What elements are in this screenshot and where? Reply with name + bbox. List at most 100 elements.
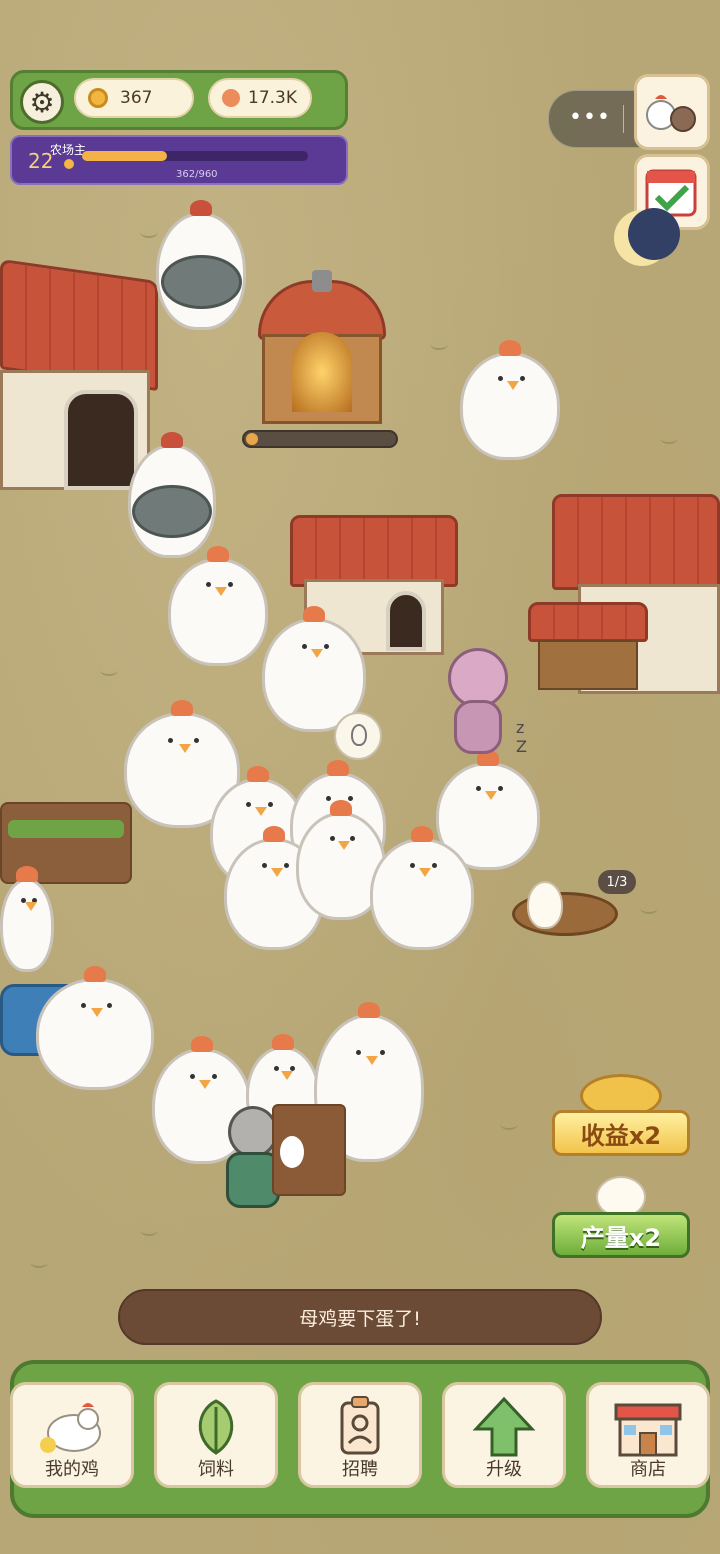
coin-counter[interactable]: 367 bbox=[74, 78, 194, 118]
chicken-eye bbox=[267, 802, 273, 807]
chicken-eye bbox=[301, 643, 307, 649]
chicken-comb bbox=[327, 760, 349, 776]
incubator-progress-fill bbox=[246, 433, 258, 445]
gem-counter[interactable]: 17.3K bbox=[208, 78, 312, 118]
chicken-eye bbox=[80, 1003, 86, 1009]
chicken[interactable] bbox=[370, 826, 474, 950]
tab-label: 我的鸡 bbox=[45, 1459, 99, 1480]
chicken-comb bbox=[247, 766, 269, 782]
chicken-body bbox=[370, 838, 474, 950]
chicken-body bbox=[168, 558, 268, 666]
chicken-body bbox=[460, 352, 560, 460]
egg-shelf bbox=[538, 640, 638, 690]
chicken[interactable] bbox=[168, 546, 268, 666]
chicken-eye bbox=[409, 863, 415, 869]
badge-icon bbox=[340, 1396, 380, 1455]
settings-button[interactable]: ⚙ bbox=[20, 80, 64, 124]
tab-label: 饲料 bbox=[198, 1459, 234, 1480]
grass-tuft bbox=[430, 338, 448, 350]
chicken-comb bbox=[358, 1002, 380, 1018]
tab-my-chickens[interactable]: 我的鸡 bbox=[10, 1382, 134, 1488]
pig-head bbox=[448, 648, 508, 708]
chicken-beak bbox=[365, 1056, 378, 1066]
chicken-beak bbox=[199, 1079, 211, 1089]
chicken-eye bbox=[350, 836, 355, 841]
coin-value: 367 bbox=[120, 88, 153, 108]
hen-laying-notice: 母鸡要下蛋了! bbox=[118, 1289, 602, 1345]
gem-value: 17.3K bbox=[248, 88, 297, 108]
egg-crate[interactable] bbox=[272, 1104, 346, 1196]
chicken-comb bbox=[263, 826, 285, 842]
pig-body bbox=[454, 700, 502, 754]
chicken[interactable] bbox=[128, 432, 216, 558]
level-panel[interactable]: 22 农场主 362/960 bbox=[10, 135, 348, 185]
chicken[interactable] bbox=[36, 966, 154, 1090]
grass-tuft bbox=[30, 1256, 48, 1268]
chicken-beak bbox=[91, 1008, 104, 1018]
leaf-icon bbox=[198, 1399, 234, 1455]
chicken-comb bbox=[191, 1036, 213, 1052]
tab-upgrade[interactable]: 升级 bbox=[442, 1382, 566, 1488]
chicken-icon bbox=[40, 1403, 101, 1453]
chicken-family-button[interactable] bbox=[634, 74, 710, 150]
sleep-z-icon: z Z bbox=[516, 718, 527, 756]
chicken-comb bbox=[207, 546, 229, 562]
chicken[interactable] bbox=[156, 200, 246, 330]
chicken-comb bbox=[16, 866, 38, 882]
chicken-comb bbox=[330, 800, 352, 816]
tab-recruit[interactable]: 招聘 bbox=[298, 1382, 422, 1488]
chicken-beak bbox=[338, 840, 351, 850]
incubator-window bbox=[292, 332, 352, 412]
incubator-progress-bar bbox=[242, 430, 398, 448]
chicken-eye bbox=[380, 1050, 385, 1055]
chicken-comb bbox=[171, 700, 193, 716]
sleeping-pig-worker[interactable]: z Z bbox=[444, 648, 527, 756]
chicken-comb bbox=[272, 1034, 294, 1050]
feed-fill bbox=[8, 820, 124, 838]
egg-incubator[interactable] bbox=[258, 270, 388, 430]
more-menu-button[interactable]: ••• bbox=[569, 105, 611, 130]
chicken-comb bbox=[84, 966, 106, 982]
nest-counter: 1/3 bbox=[598, 870, 636, 894]
grass-tuft bbox=[500, 1118, 518, 1130]
shop-icon bbox=[614, 1403, 682, 1457]
chicken-beak bbox=[507, 380, 519, 390]
tab-label: 升级 bbox=[486, 1459, 522, 1480]
notice-text: 母鸡要下蛋了! bbox=[299, 1307, 421, 1330]
chicken-eye bbox=[355, 1050, 361, 1055]
chicken-comb bbox=[411, 826, 433, 842]
income-double-button[interactable]: 收益x2 bbox=[552, 1110, 690, 1156]
chicken-family-icon bbox=[646, 95, 696, 132]
tab-feed[interactable]: 饲料 bbox=[154, 1382, 278, 1488]
coop-roof bbox=[552, 494, 720, 590]
chicken-eye bbox=[228, 582, 233, 587]
chimney-icon bbox=[312, 270, 332, 292]
egg-thought-bubble[interactable] bbox=[334, 712, 382, 760]
tab-shop[interactable]: 商店 bbox=[586, 1382, 710, 1488]
rabbit-head bbox=[228, 1106, 278, 1158]
chicken-eye bbox=[106, 1003, 112, 1009]
chicken-beak bbox=[484, 790, 497, 800]
coop-door bbox=[64, 390, 138, 490]
chicken-beak bbox=[310, 648, 323, 658]
chicken-eye bbox=[498, 376, 503, 381]
grass-tuft bbox=[140, 1224, 158, 1236]
grass-tuft bbox=[100, 664, 118, 676]
xp-dot-icon bbox=[64, 159, 74, 169]
xp-progress-fill bbox=[82, 151, 168, 161]
chicken-comb bbox=[190, 200, 212, 216]
output-double-label: 产量x2 bbox=[580, 1223, 662, 1252]
right-coop[interactable] bbox=[528, 494, 720, 714]
egg-icon bbox=[351, 724, 367, 746]
coop-door bbox=[386, 591, 426, 651]
chicken-tail bbox=[160, 254, 242, 310]
egg-nest[interactable] bbox=[512, 881, 618, 936]
chicken[interactable] bbox=[460, 340, 560, 460]
income-double-label: 收益x2 bbox=[580, 1121, 662, 1150]
output-double-button[interactable]: 产量x2 bbox=[552, 1212, 690, 1258]
grass-tuft bbox=[640, 902, 658, 914]
egg-icon[interactable] bbox=[527, 881, 563, 929]
xp-text: 362/960 bbox=[176, 169, 218, 180]
chicken[interactable] bbox=[0, 866, 54, 972]
chicken-comb bbox=[499, 340, 521, 356]
